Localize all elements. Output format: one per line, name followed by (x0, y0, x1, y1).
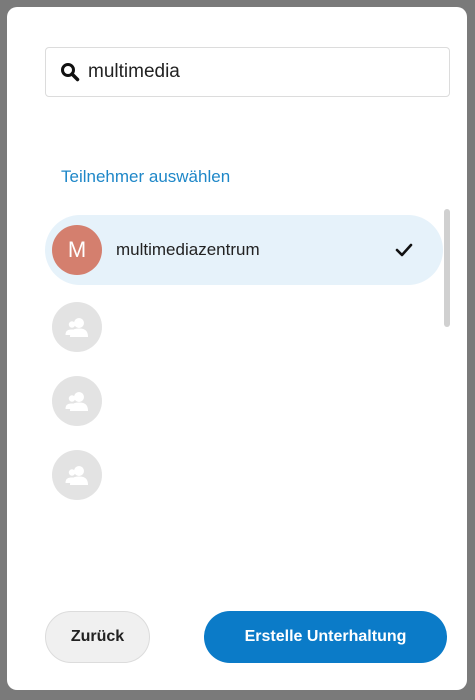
search-box[interactable] (45, 47, 450, 97)
search-input[interactable] (88, 61, 408, 83)
create-conversation-button[interactable]: Erstelle Unterhaltung (204, 611, 447, 663)
back-button[interactable]: Zurück (45, 611, 150, 663)
participant-row[interactable] (45, 290, 443, 364)
participant-row[interactable] (45, 438, 443, 512)
participant-row[interactable] (45, 364, 443, 438)
user-group-icon (65, 318, 88, 337)
avatar (52, 302, 102, 352)
participant-row-multimediazentrum[interactable]: M multimediazentrum (45, 215, 443, 285)
search-icon (61, 63, 80, 82)
create-conversation-dialog: Teilnehmer auswählen M multimediazentrum (7, 7, 467, 690)
list-scrollbar[interactable] (444, 209, 450, 327)
user-group-icon (65, 466, 88, 485)
avatar-initial: M (67, 237, 87, 262)
avatar: M (52, 225, 102, 275)
user-group-icon (65, 392, 88, 411)
section-title: Teilnehmer auswählen (61, 167, 231, 186)
participant-name: multimediazentrum (116, 240, 260, 259)
avatar (52, 376, 102, 426)
participant-list: M multimediazentrum (45, 215, 443, 512)
checkmark-icon (395, 243, 413, 257)
avatar (52, 450, 102, 500)
